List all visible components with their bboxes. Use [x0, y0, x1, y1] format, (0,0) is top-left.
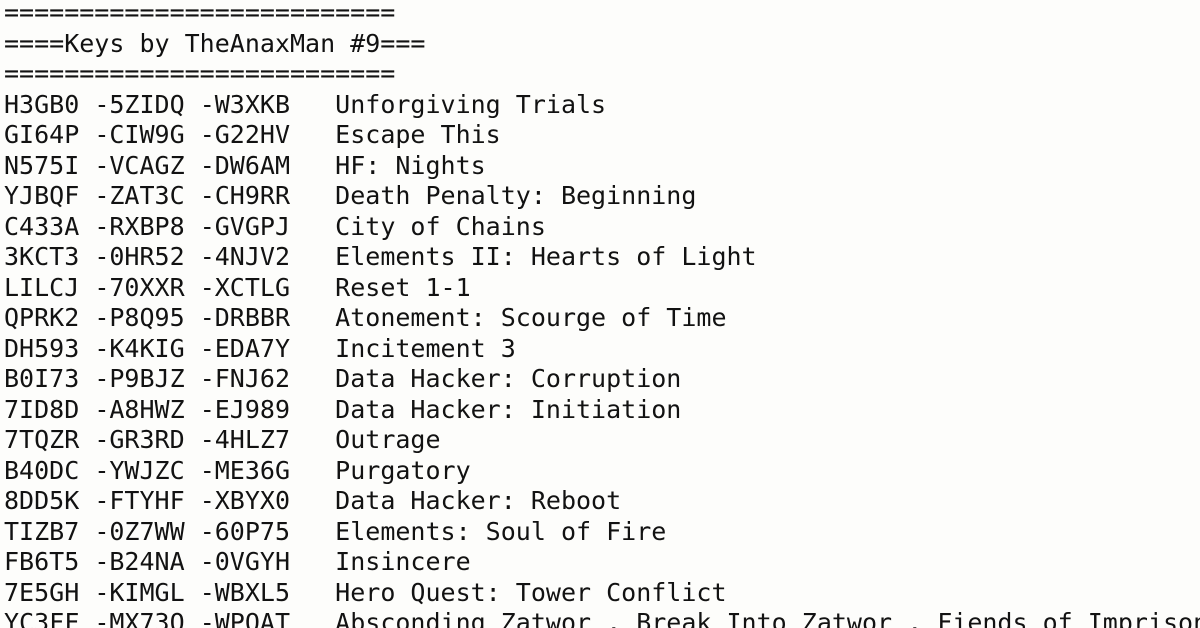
- key-segment-3: -EJ989: [199, 394, 291, 424]
- key-listing-text: ========================== ====Keys by Th…: [4, 0, 1200, 628]
- game-title: Elements II: Hearts of Light: [335, 242, 757, 271]
- key-segment-3: -4HLZ7: [199, 425, 291, 454]
- key-segment-3: -DRBBR: [199, 303, 291, 332]
- separator-line-bottom: ==========================: [4, 59, 396, 88]
- key-list-page: ========================== ====Keys by Th…: [0, 0, 1200, 628]
- game-title: Data Hacker: Corruption: [335, 364, 682, 393]
- key-segment-2: -GR3RD: [94, 425, 185, 454]
- key-segment-2: -ZAT3C: [94, 181, 185, 210]
- key-entry-row: GI64P -CIW9G -G22HV Escape This: [4, 120, 1200, 151]
- key-segment-1: GI64P: [4, 120, 80, 149]
- key-segment-3: -DW6AM: [199, 150, 291, 180]
- key-segment-3: -XCTLG: [199, 272, 291, 302]
- game-title: Absconding Zatwor , Break Into Zatwor , …: [335, 608, 1200, 628]
- separator-line-top: ==========================: [4, 0, 396, 27]
- key-entry-row: TIZB7 -0Z7WW -60P75 Elements: Soul of Fi…: [4, 517, 1200, 548]
- game-title: Incitement 3: [335, 333, 516, 363]
- game-title: Death Penalty: Beginning: [335, 181, 697, 210]
- key-segment-1: N575I: [4, 150, 80, 180]
- key-segment-1: YC3FF: [4, 608, 80, 628]
- game-title: Hero Quest: Tower Conflict: [335, 577, 727, 607]
- key-segment-1: 7E5GH: [4, 577, 80, 607]
- key-entry-row: 7ID8D -A8HWZ -EJ989 Data Hacker: Initiat…: [4, 395, 1200, 426]
- key-segment-2: -VCAGZ: [94, 150, 185, 180]
- key-entry-row: B0I73 -P9BJZ -FNJ62 Data Hacker: Corrupt…: [4, 364, 1200, 395]
- key-segment-2: -B24NA: [94, 547, 185, 576]
- key-entry-row: YJBQF -ZAT3C -CH9RR Death Penalty: Begin…: [4, 181, 1200, 212]
- key-segment-1: 7TQZR: [4, 425, 80, 454]
- key-segment-3: -XBYX0: [199, 486, 291, 515]
- key-segment-2: -A8HWZ: [94, 394, 185, 424]
- game-title: Escape This: [335, 120, 501, 149]
- key-segment-1: B0I73: [4, 364, 80, 393]
- key-segment-3: -FNJ62: [199, 364, 291, 393]
- key-segment-2: -CIW9G: [94, 120, 185, 149]
- key-segment-2: -P8Q95: [94, 303, 185, 332]
- key-segment-3: -EDA7Y: [199, 333, 291, 363]
- key-entry-row: H3GB0 -5ZIDQ -W3XKB Unforgiving Trials: [4, 90, 1200, 121]
- key-segment-2: -P9BJZ: [94, 364, 185, 393]
- game-title: Purgatory: [335, 455, 471, 485]
- key-entry-row: B40DC -YWJZC -ME36G Purgatory: [4, 456, 1200, 487]
- key-segment-1: FB6T5: [4, 547, 80, 576]
- key-segment-3: -WPQAT: [199, 608, 291, 628]
- key-segment-3: -4NJV2: [199, 242, 291, 271]
- key-entry-row: QPRK2 -P8Q95 -DRBBR Atonement: Scourge o…: [4, 303, 1200, 334]
- game-title: HF: Nights: [335, 150, 486, 180]
- key-segment-3: -0VGYH: [199, 547, 291, 576]
- key-segment-1: LILCJ: [4, 272, 80, 302]
- key-segment-3: -GVGPJ: [199, 211, 291, 241]
- key-segment-2: -RXBP8: [94, 211, 185, 241]
- key-segment-1: YJBQF: [4, 181, 80, 210]
- key-segment-1: 3KCT3: [4, 242, 80, 271]
- key-segment-2: -MX73Q: [94, 608, 185, 628]
- key-entry-row: N575I -VCAGZ -DW6AM HF: Nights: [4, 151, 1200, 182]
- game-title: Insincere: [335, 547, 471, 576]
- key-entry-row: 7E5GH -KIMGL -WBXL5 Hero Quest: Tower Co…: [4, 578, 1200, 609]
- key-segment-1: QPRK2: [4, 303, 80, 332]
- key-segment-2: -70XXR: [94, 272, 185, 302]
- key-segment-3: -W3XKB: [199, 89, 291, 119]
- key-segment-3: -CH9RR: [199, 181, 291, 210]
- key-entry-row: FB6T5 -B24NA -0VGYH Insincere: [4, 547, 1200, 578]
- key-entry-row: 7TQZR -GR3RD -4HLZ7 Outrage: [4, 425, 1200, 456]
- key-segment-1: C433A: [4, 211, 80, 241]
- key-segment-1: DH593: [4, 333, 80, 363]
- key-entry-row: 8DD5K -FTYHF -XBYX0 Data Hacker: Reboot: [4, 486, 1200, 517]
- key-segment-2: -5ZIDQ: [94, 89, 185, 119]
- key-segment-1: TIZB7: [4, 516, 80, 546]
- game-title: Reset 1-1: [335, 272, 471, 302]
- key-segment-1: 8DD5K: [4, 486, 80, 515]
- key-segment-2: -YWJZC: [94, 455, 185, 485]
- key-entry-row: 3KCT3 -0HR52 -4NJV2 Elements II: Hearts …: [4, 242, 1200, 273]
- key-segment-1: 7ID8D: [4, 394, 80, 424]
- game-title: Outrage: [335, 425, 441, 454]
- key-segment-1: H3GB0: [4, 89, 80, 119]
- key-entry-row: DH593 -K4KIG -EDA7Y Incitement 3: [4, 334, 1200, 365]
- key-segment-2: -0HR52: [94, 242, 185, 271]
- key-segment-2: -0Z7WW: [94, 516, 185, 546]
- game-title: Atonement: Scourge of Time: [335, 303, 727, 332]
- key-entry-row: YC3FF -MX73Q -WPQAT Absconding Zatwor , …: [4, 608, 1200, 628]
- key-segment-3: -ME36G: [199, 455, 291, 485]
- game-title: Data Hacker: Reboot: [335, 486, 622, 515]
- key-segment-2: -KIMGL: [94, 577, 185, 607]
- game-title: Elements: Soul of Fire: [335, 516, 667, 546]
- key-segment-1: B40DC: [4, 455, 80, 485]
- game-title: Data Hacker: Initiation: [335, 394, 682, 424]
- key-segment-2: -FTYHF: [94, 486, 185, 515]
- listing-header-title: ====Keys by TheAnaxMan #9===: [4, 28, 426, 58]
- game-title: City of Chains: [335, 211, 546, 241]
- game-title: Unforgiving Trials: [335, 89, 607, 119]
- key-segment-3: -G22HV: [199, 120, 291, 149]
- key-segment-2: -K4KIG: [94, 333, 185, 363]
- key-entry-row: LILCJ -70XXR -XCTLG Reset 1-1: [4, 273, 1200, 304]
- key-segment-3: -WBXL5: [199, 577, 291, 607]
- key-entry-row: C433A -RXBP8 -GVGPJ City of Chains: [4, 212, 1200, 243]
- key-segment-3: -60P75: [199, 516, 291, 546]
